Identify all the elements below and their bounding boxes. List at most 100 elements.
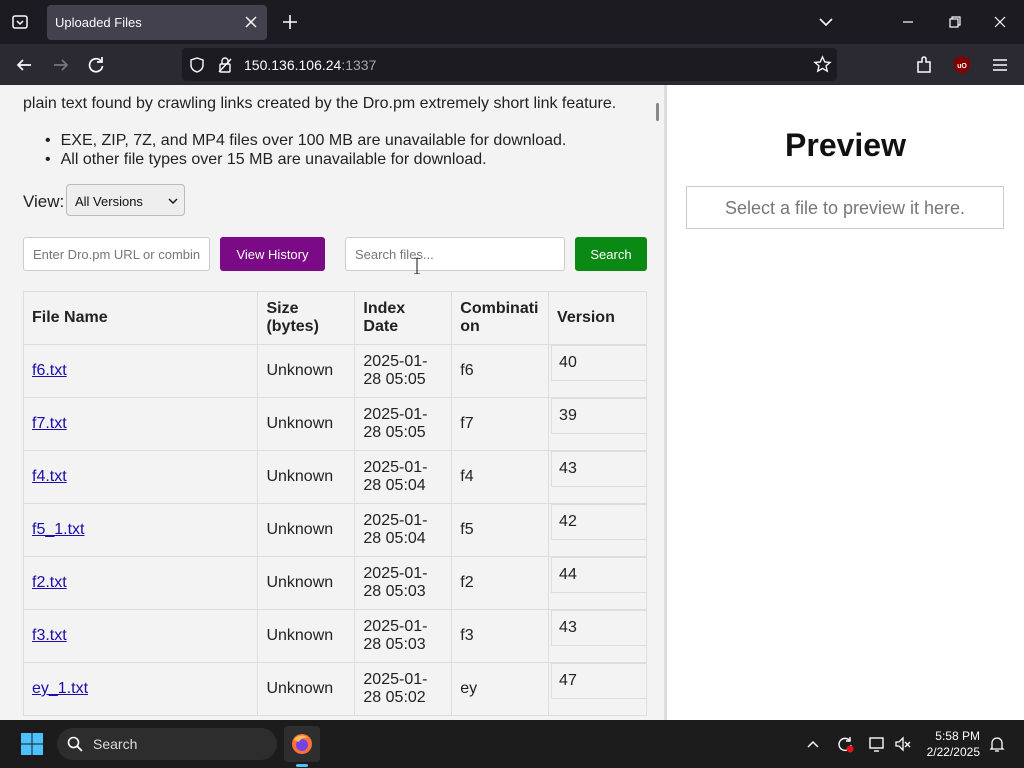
table-row: f7.txt Unknown 2025-01-28 05:05 f7 39 xyxy=(22,397,647,451)
file-link[interactable]: ey_1.txt xyxy=(32,680,88,697)
minimize-icon[interactable] xyxy=(898,12,918,32)
browser-tab-bar: Uploaded Files xyxy=(0,0,1024,44)
close-window-icon[interactable] xyxy=(990,12,1010,32)
forward-arrow-icon[interactable] xyxy=(50,54,72,76)
menu-hamburger-icon[interactable] xyxy=(989,54,1011,76)
active-app-indicator xyxy=(296,764,308,767)
table-header-row: File Name Size (bytes) Index Date Combin… xyxy=(22,291,647,345)
index-date: 2025-01-28 05:03 xyxy=(354,609,453,663)
reload-icon[interactable] xyxy=(85,54,107,76)
text-cursor-icon xyxy=(414,258,420,274)
file-size: Unknown xyxy=(257,503,356,557)
file-size: Unknown xyxy=(257,344,356,398)
combination: ey xyxy=(451,662,550,716)
combination: f2 xyxy=(451,556,550,610)
version-cell[interactable]: 44 xyxy=(551,557,646,593)
version-cell[interactable]: 40 xyxy=(551,345,646,381)
file-link[interactable]: f5_1.txt xyxy=(32,521,84,538)
clock-date: 2/22/2025 xyxy=(926,745,980,759)
sync-icon[interactable] xyxy=(835,734,855,754)
scrollbar-thumb[interactable] xyxy=(656,103,659,121)
preview-placeholder: Select a file to preview it here. xyxy=(686,186,1004,229)
version-cell[interactable]: 42 xyxy=(551,504,646,540)
table-row: f5_1.txt Unknown 2025-01-28 05:04 f5 42 xyxy=(22,503,647,557)
file-link[interactable]: f7.txt xyxy=(32,415,67,432)
address-bar[interactable]: 150.136.106.24:1337 xyxy=(182,48,837,81)
index-date: 2025-01-28 05:05 xyxy=(354,397,453,451)
extensions-icon[interactable] xyxy=(913,54,935,76)
chevron-down-icon[interactable] xyxy=(816,12,836,32)
preview-panel: Preview Select a file to preview it here… xyxy=(667,85,1024,720)
intro-text: plain text found by crawling links creat… xyxy=(23,95,617,112)
svg-text:uO: uO xyxy=(957,63,967,70)
url-host: 150.136.106.24 xyxy=(244,57,342,73)
header-index-date[interactable]: Index Date xyxy=(354,291,453,345)
tab-title: Uploaded Files xyxy=(55,15,142,30)
dropm-url-input[interactable]: Enter Dro.pm URL or combin xyxy=(23,237,210,271)
file-link[interactable]: f6.txt xyxy=(32,362,67,379)
volume-muted-icon[interactable] xyxy=(893,734,913,754)
restore-icon[interactable] xyxy=(945,12,965,32)
file-link[interactable]: f3.txt xyxy=(32,627,67,644)
clock-time: 5:58 PM xyxy=(935,729,980,743)
url-port: :1337 xyxy=(341,57,377,73)
header-version[interactable]: Version xyxy=(548,291,647,345)
taskbar: Search 5:58 PM 2/22/2025 xyxy=(0,720,1024,768)
file-size: Unknown xyxy=(257,397,356,451)
restriction-item: All other file types over 15 MB are unav… xyxy=(45,150,566,169)
file-link[interactable]: f4.txt xyxy=(32,468,67,485)
chevron-down-icon xyxy=(168,198,178,204)
combination: f4 xyxy=(451,450,550,504)
close-tab-icon[interactable] xyxy=(243,14,259,30)
header-size[interactable]: Size (bytes) xyxy=(257,291,356,345)
version-cell[interactable]: 39 xyxy=(551,398,646,434)
tab-uploaded-files[interactable]: Uploaded Files xyxy=(47,5,267,40)
restriction-item: EXE, ZIP, 7Z, and MP4 files over 100 MB … xyxy=(45,131,567,150)
view-history-button[interactable]: View History xyxy=(220,237,325,271)
search-files-input[interactable]: Search files... xyxy=(345,237,565,271)
version-cell[interactable]: 43 xyxy=(551,451,646,487)
version-cell[interactable]: 47 xyxy=(551,663,646,699)
file-size: Unknown xyxy=(257,609,356,663)
back-arrow-icon[interactable] xyxy=(13,54,35,76)
shield-icon[interactable] xyxy=(188,56,206,74)
version-view-selected: All Versions xyxy=(75,194,143,209)
index-date: 2025-01-28 05:02 xyxy=(354,662,453,716)
ublock-origin-icon[interactable]: uO xyxy=(951,54,973,76)
version-view-select[interactable]: All Versions xyxy=(66,184,185,216)
restriction-text: All other file types over 15 MB are unav… xyxy=(60,151,487,168)
search-icon xyxy=(67,736,83,752)
windows-start-icon[interactable] xyxy=(20,732,44,756)
index-date: 2025-01-28 05:03 xyxy=(354,556,453,610)
search-button[interactable]: Search xyxy=(575,237,647,271)
firefox-taskbar-button[interactable] xyxy=(284,726,320,762)
chevron-up-icon[interactable] xyxy=(803,734,823,754)
index-date: 2025-01-28 05:04 xyxy=(354,450,453,504)
tab-list-icon[interactable] xyxy=(10,12,30,32)
insecure-lock-icon[interactable] xyxy=(216,56,234,74)
restrictions-list: EXE, ZIP, 7Z, and MP4 files over 100 MB … xyxy=(45,131,567,169)
restriction-text: EXE, ZIP, 7Z, and MP4 files over 100 MB … xyxy=(60,132,567,149)
table-row: f6.txt Unknown 2025-01-28 05:05 f6 40 xyxy=(22,344,647,398)
file-list-panel: plain text found by crawling links creat… xyxy=(0,85,664,720)
network-icon[interactable] xyxy=(867,734,887,754)
new-tab-icon[interactable] xyxy=(280,12,300,32)
table-row: f4.txt Unknown 2025-01-28 05:04 f4 43 xyxy=(22,450,647,504)
header-combination[interactable]: Combination xyxy=(451,291,550,345)
taskbar-search[interactable]: Search xyxy=(57,728,277,760)
preview-title: Preview xyxy=(785,127,906,163)
combination: f3 xyxy=(451,609,550,663)
clock[interactable]: 5:58 PM 2/22/2025 xyxy=(918,728,980,760)
version-cell[interactable]: 43 xyxy=(551,610,646,646)
header-file-name[interactable]: File Name xyxy=(22,291,259,345)
navigation-bar: 150.136.106.24:1337 uO xyxy=(0,44,1024,85)
index-date: 2025-01-28 05:04 xyxy=(354,503,453,557)
notification-bell-icon[interactable] xyxy=(987,734,1007,754)
url-text: 150.136.106.24:1337 xyxy=(244,57,376,73)
file-size: Unknown xyxy=(257,450,356,504)
file-link[interactable]: f2.txt xyxy=(32,574,67,591)
page-content: plain text found by crawling links creat… xyxy=(0,85,1024,720)
table-row: f2.txt Unknown 2025-01-28 05:03 f2 44 xyxy=(22,556,647,610)
bookmark-star-icon[interactable] xyxy=(813,55,832,74)
view-label: View: xyxy=(23,192,65,211)
